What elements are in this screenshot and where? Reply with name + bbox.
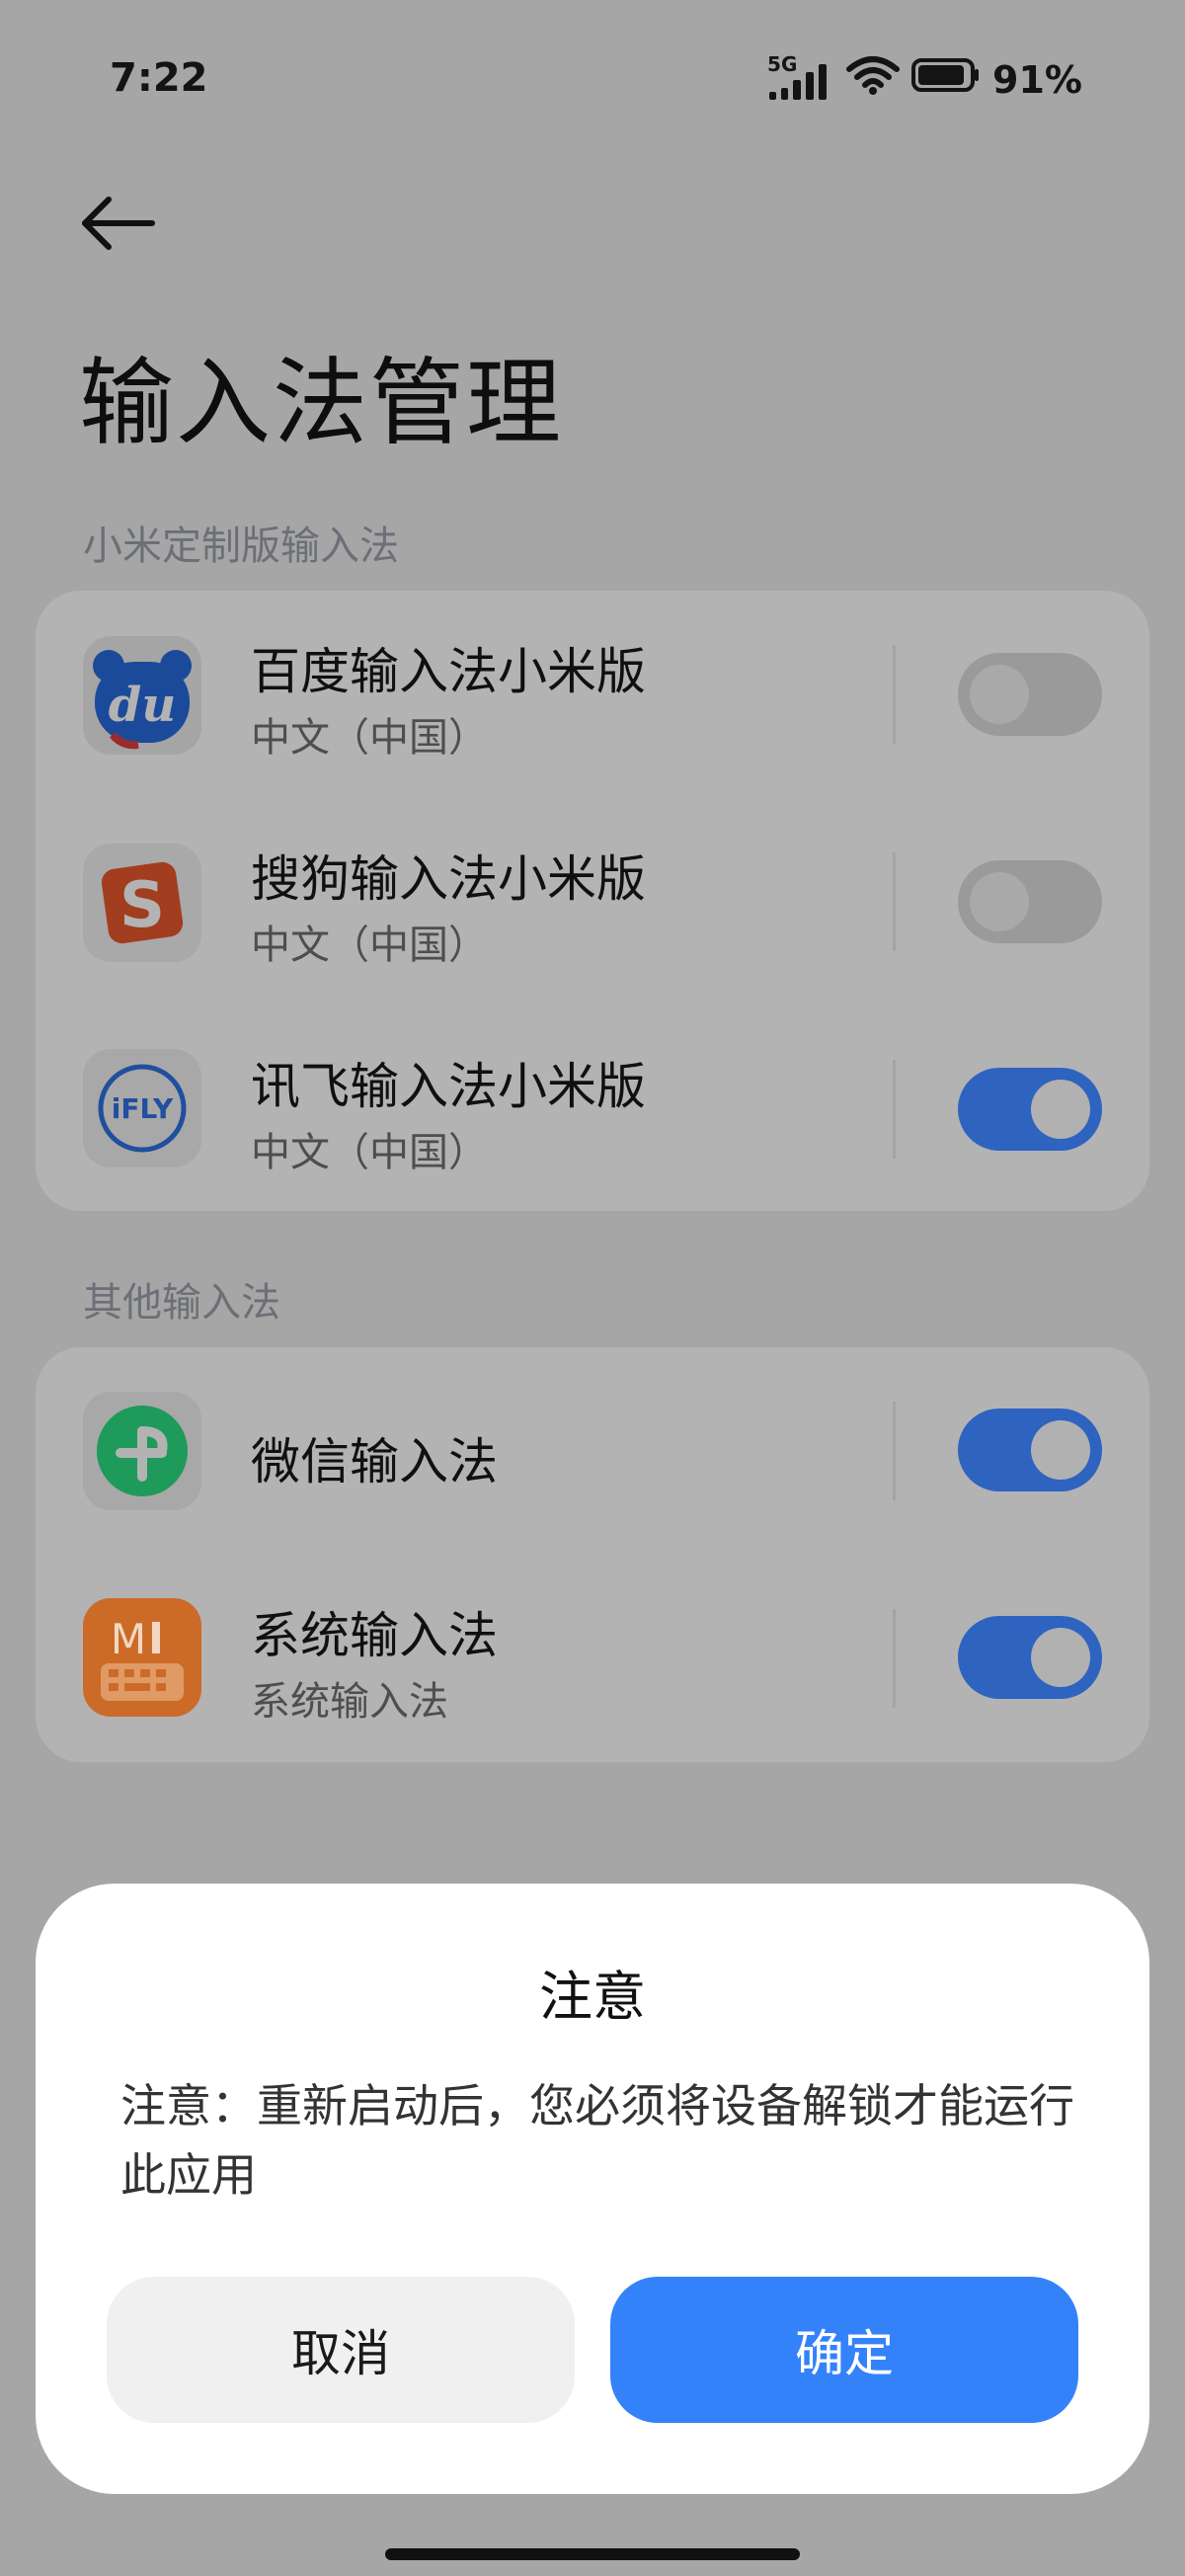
input-method-name: 搜狗输入法小米版 <box>251 850 646 908</box>
input-method-language: 系统输入法 <box>251 1679 448 1725</box>
dialog-message: 注意：重新启动后，您必须将设备解锁才能运行此应用 <box>120 2079 1074 2202</box>
toggle-knob <box>1031 1420 1090 1480</box>
wechat-input-icon <box>83 1392 201 1510</box>
divider <box>893 645 896 744</box>
divider <box>893 1060 896 1159</box>
ifly-icon: iFLY <box>83 1049 201 1167</box>
toggle-sogou[interactable] <box>958 860 1102 943</box>
section-label-other: 其他输入法 <box>83 1280 280 1326</box>
baidu-du-icon: du <box>83 636 201 755</box>
page-title: 输入法管理 <box>79 348 563 458</box>
input-method-name: 系统输入法 <box>251 1607 498 1664</box>
toggle-baidu[interactable] <box>958 653 1102 736</box>
battery-icon <box>911 57 981 102</box>
toggle-knob <box>1031 1080 1090 1139</box>
input-method-row-sogou[interactable]: S 搜狗输入法小米版 中文（中国） <box>36 798 1149 1006</box>
system-keyboard-icon-text: M <box>111 1615 146 1663</box>
toggle-knob <box>970 665 1029 724</box>
alert-dialog: 注意 注意：重新启动后，您必须将设备解锁才能运行此应用 取消 确定 <box>36 1884 1149 2494</box>
input-method-row-wechat[interactable]: 微信输入法 <box>36 1347 1149 1555</box>
xiaomi-input-list: du 百度输入法小米版 中文（中国） S 搜狗输入法小米版 中文（中国） iFL… <box>36 591 1149 1211</box>
svg-text:S: S <box>119 869 165 942</box>
input-method-name: 微信输入法 <box>251 1433 498 1490</box>
divider <box>893 1402 896 1500</box>
signal-icon: 5G <box>767 52 834 102</box>
section-label-xiaomi: 小米定制版输入法 <box>83 523 399 569</box>
confirm-button[interactable]: 确定 <box>610 2277 1078 2423</box>
other-input-list: 微信输入法 M 系统输入法 系统输入法 <box>36 1347 1149 1762</box>
cancel-button[interactable]: 取消 <box>107 2277 575 2423</box>
divider <box>893 1609 896 1708</box>
toggle-ifly[interactable] <box>958 1068 1102 1151</box>
input-method-language: 中文（中国） <box>251 1130 488 1175</box>
toggle-wechat[interactable] <box>958 1409 1102 1491</box>
input-method-language: 中文（中国） <box>251 715 488 761</box>
sogou-s-icon: S <box>83 844 201 962</box>
arrow-left-icon[interactable] <box>79 194 158 253</box>
toggle-knob <box>1031 1628 1090 1687</box>
wifi-icon <box>846 55 901 104</box>
dialog-title: 注意 <box>539 1966 646 2028</box>
svg-text:du: du <box>109 678 176 733</box>
input-method-name: 百度输入法小米版 <box>251 643 646 700</box>
toggle-knob <box>970 872 1029 931</box>
divider <box>893 852 896 951</box>
battery-percent: 91% <box>992 57 1082 102</box>
input-method-row-system[interactable]: M 系统输入法 系统输入法 <box>36 1555 1149 1762</box>
system-keyboard-icon: M <box>83 1598 201 1717</box>
ifly-icon-text: iFLY <box>112 1092 174 1125</box>
input-method-row-ifly[interactable]: iFLY 讯飞输入法小米版 中文（中国） <box>36 1006 1149 1211</box>
input-method-language: 中文（中国） <box>251 923 488 968</box>
input-method-name: 讯飞输入法小米版 <box>251 1058 646 1115</box>
home-indicator[interactable] <box>385 2548 800 2560</box>
status-time: 7:22 <box>110 55 208 101</box>
toggle-system[interactable] <box>958 1616 1102 1699</box>
status-icons: 5G 91% <box>767 52 1082 104</box>
input-method-row-baidu[interactable]: du 百度输入法小米版 中文（中国） <box>36 591 1149 798</box>
